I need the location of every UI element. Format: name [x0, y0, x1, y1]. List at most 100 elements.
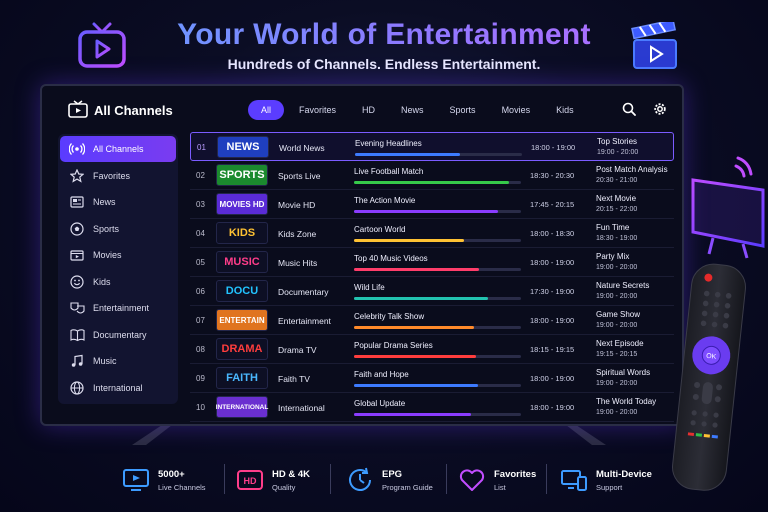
next-program: Top Stories: [597, 137, 638, 146]
channel-row[interactable]: 04 KIDS Kids Zone Cartoon World 18:00 - 18:3…: [190, 219, 674, 248]
channel-logo: ENTERTAIN: [216, 309, 268, 331]
channel-row[interactable]: 08 DRAMA Drama TV Popular Drama Series 18:15…: [190, 335, 674, 364]
channel-row[interactable]: 05 MUSIC Music Hits Top 40 Music Videos 18:0…: [190, 248, 674, 277]
progress-bar: [354, 384, 521, 387]
app-title: All Channels: [94, 103, 173, 118]
svg-text:OK: OK: [706, 353, 717, 361]
next-program-time: 19:00 - 20:00: [596, 322, 638, 329]
progress-bar: [354, 268, 521, 271]
current-program: Cartoon World: [354, 225, 406, 234]
next-program-time: 19:00 - 20:00: [596, 293, 638, 300]
tab-kids[interactable]: Kids: [545, 100, 585, 120]
search-icon[interactable]: [622, 102, 636, 116]
channel-row[interactable]: 10 INTERNATIONAL International Global Updat…: [190, 393, 674, 422]
feature-subtitle: Program Guide: [382, 482, 433, 492]
tab-hd[interactable]: HD: [351, 100, 386, 120]
program-time: 17:30 - 19:00: [530, 287, 575, 296]
divider: [446, 464, 447, 494]
current-program: The Action Movie: [354, 196, 416, 205]
feature-title: 5000+: [158, 468, 185, 480]
features-bar: 5000+ Live Channels HD HD & 4K Quality EPG…: [0, 460, 768, 500]
channel-number: 09: [196, 374, 205, 383]
channel-number: 07: [196, 316, 205, 325]
channel-name: International: [278, 403, 325, 413]
category-tabs: All Favorites HD News Sports Movies Kids: [248, 100, 589, 120]
feature-title: HD & 4K: [272, 468, 311, 480]
sidebar-item-label: Music: [93, 356, 117, 366]
next-program: Fun Time: [596, 223, 630, 232]
channel-number: 06: [196, 287, 205, 296]
sidebar-item-documentary[interactable]: Documentary: [60, 322, 176, 348]
sidebar-item-all-channels[interactable]: All Channels: [60, 136, 176, 162]
tab-all[interactable]: All: [248, 100, 285, 120]
channel-name: Documentary: [278, 287, 329, 297]
program-time: 18:30 - 20:30: [530, 171, 575, 180]
channel-number: 03: [196, 200, 205, 209]
globe-icon: [69, 380, 85, 396]
channel-name: Entertainment: [278, 316, 331, 326]
progress-fill: [354, 239, 465, 242]
sidebar-item-label: Sports: [93, 224, 120, 234]
progress-fill: [354, 210, 498, 213]
current-program: Live Football Match: [354, 167, 424, 176]
tv-broadcast-icon: [691, 156, 765, 259]
channel-row[interactable]: 01 NEWS World News Evening Headlines 18:00 -…: [190, 132, 674, 161]
channel-row[interactable]: 02 SPORTS Sports Live Live Football Match 18…: [190, 161, 674, 190]
channel-number: 08: [196, 345, 205, 354]
channel-row[interactable]: 06 DOCU Documentary Wild Life 17:30 - 19:00 N…: [190, 277, 674, 306]
sidebar-item-music[interactable]: Music: [60, 348, 176, 374]
sidebar-item-entertainment[interactable]: Entertainment: [60, 295, 176, 321]
feature-subtitle: Support: [596, 482, 623, 492]
feature-favorites: Favorites List: [458, 460, 536, 500]
next-program: Game Show: [596, 310, 641, 319]
current-program: Global Update: [354, 399, 406, 408]
channel-row[interactable]: 03 MOVIES HD Movie HD The Action Movie 17:45…: [190, 190, 674, 219]
sidebar-item-news[interactable]: News: [60, 189, 176, 215]
channel-row[interactable]: 09 FAITH Faith TV Faith and Hope 18:00 - 19:…: [190, 364, 674, 393]
tab-favorites[interactable]: Favorites: [288, 100, 347, 120]
current-program: Evening Headlines: [355, 139, 422, 148]
sidebar-item-sports[interactable]: Sports: [60, 216, 176, 242]
gear-icon[interactable]: [653, 102, 667, 116]
feature-epg: EPG Program Guide: [346, 460, 433, 500]
sidebar-item-favorites[interactable]: Favorites: [60, 163, 176, 189]
tab-movies[interactable]: Movies: [491, 100, 542, 120]
sidebar: All Channels Favorites News Sports Movie…: [58, 134, 178, 404]
channel-name: Sports Live: [278, 171, 321, 181]
next-program: Nature Secrets: [596, 281, 650, 290]
progress-fill: [354, 384, 478, 387]
tv-screen: All Channels All Favorites HD News Sport…: [40, 84, 684, 426]
sidebar-item-kids[interactable]: Kids: [60, 269, 176, 295]
channel-number: 10: [196, 403, 205, 412]
feature-subtitle: Quality: [272, 482, 296, 492]
feature-title: EPG: [382, 468, 403, 480]
current-program: Wild Life: [354, 283, 385, 292]
film-icon: [69, 247, 85, 263]
book-icon: [69, 327, 85, 343]
tab-sports[interactable]: Sports: [439, 100, 487, 120]
channel-row[interactable]: 07 ENTERTAIN Entertainment Celebrity Talk S…: [190, 306, 674, 335]
progress-bar: [354, 210, 521, 213]
theater-masks-icon: [69, 300, 85, 316]
sidebar-item-international[interactable]: International: [60, 375, 176, 401]
tab-news[interactable]: News: [390, 100, 435, 120]
progress-fill: [354, 326, 475, 329]
progress-fill: [354, 181, 510, 184]
next-program: Next Movie: [596, 194, 637, 203]
remote-control: OK: [672, 263, 746, 491]
program-time: 18:00 - 18:30: [530, 229, 575, 238]
sidebar-item-label: Kids: [93, 277, 111, 287]
sidebar-item-movies[interactable]: Movies: [60, 242, 176, 268]
next-program-time: 19:00 - 20:00: [596, 380, 638, 387]
tv-stand-leg: [566, 425, 606, 445]
program-time: 18:00 - 19:00: [530, 403, 575, 412]
next-program-time: 19:15 - 20:15: [596, 351, 638, 358]
newspaper-icon: [69, 194, 85, 210]
soccer-ball-icon: [69, 221, 85, 237]
hd-badge-icon: HD: [237, 470, 263, 490]
sidebar-item-label: News: [93, 197, 116, 207]
progress-bar: [354, 239, 521, 242]
progress-bar: [354, 297, 521, 300]
star-icon: [69, 168, 85, 184]
sidebar-item-label: Documentary: [93, 330, 147, 340]
